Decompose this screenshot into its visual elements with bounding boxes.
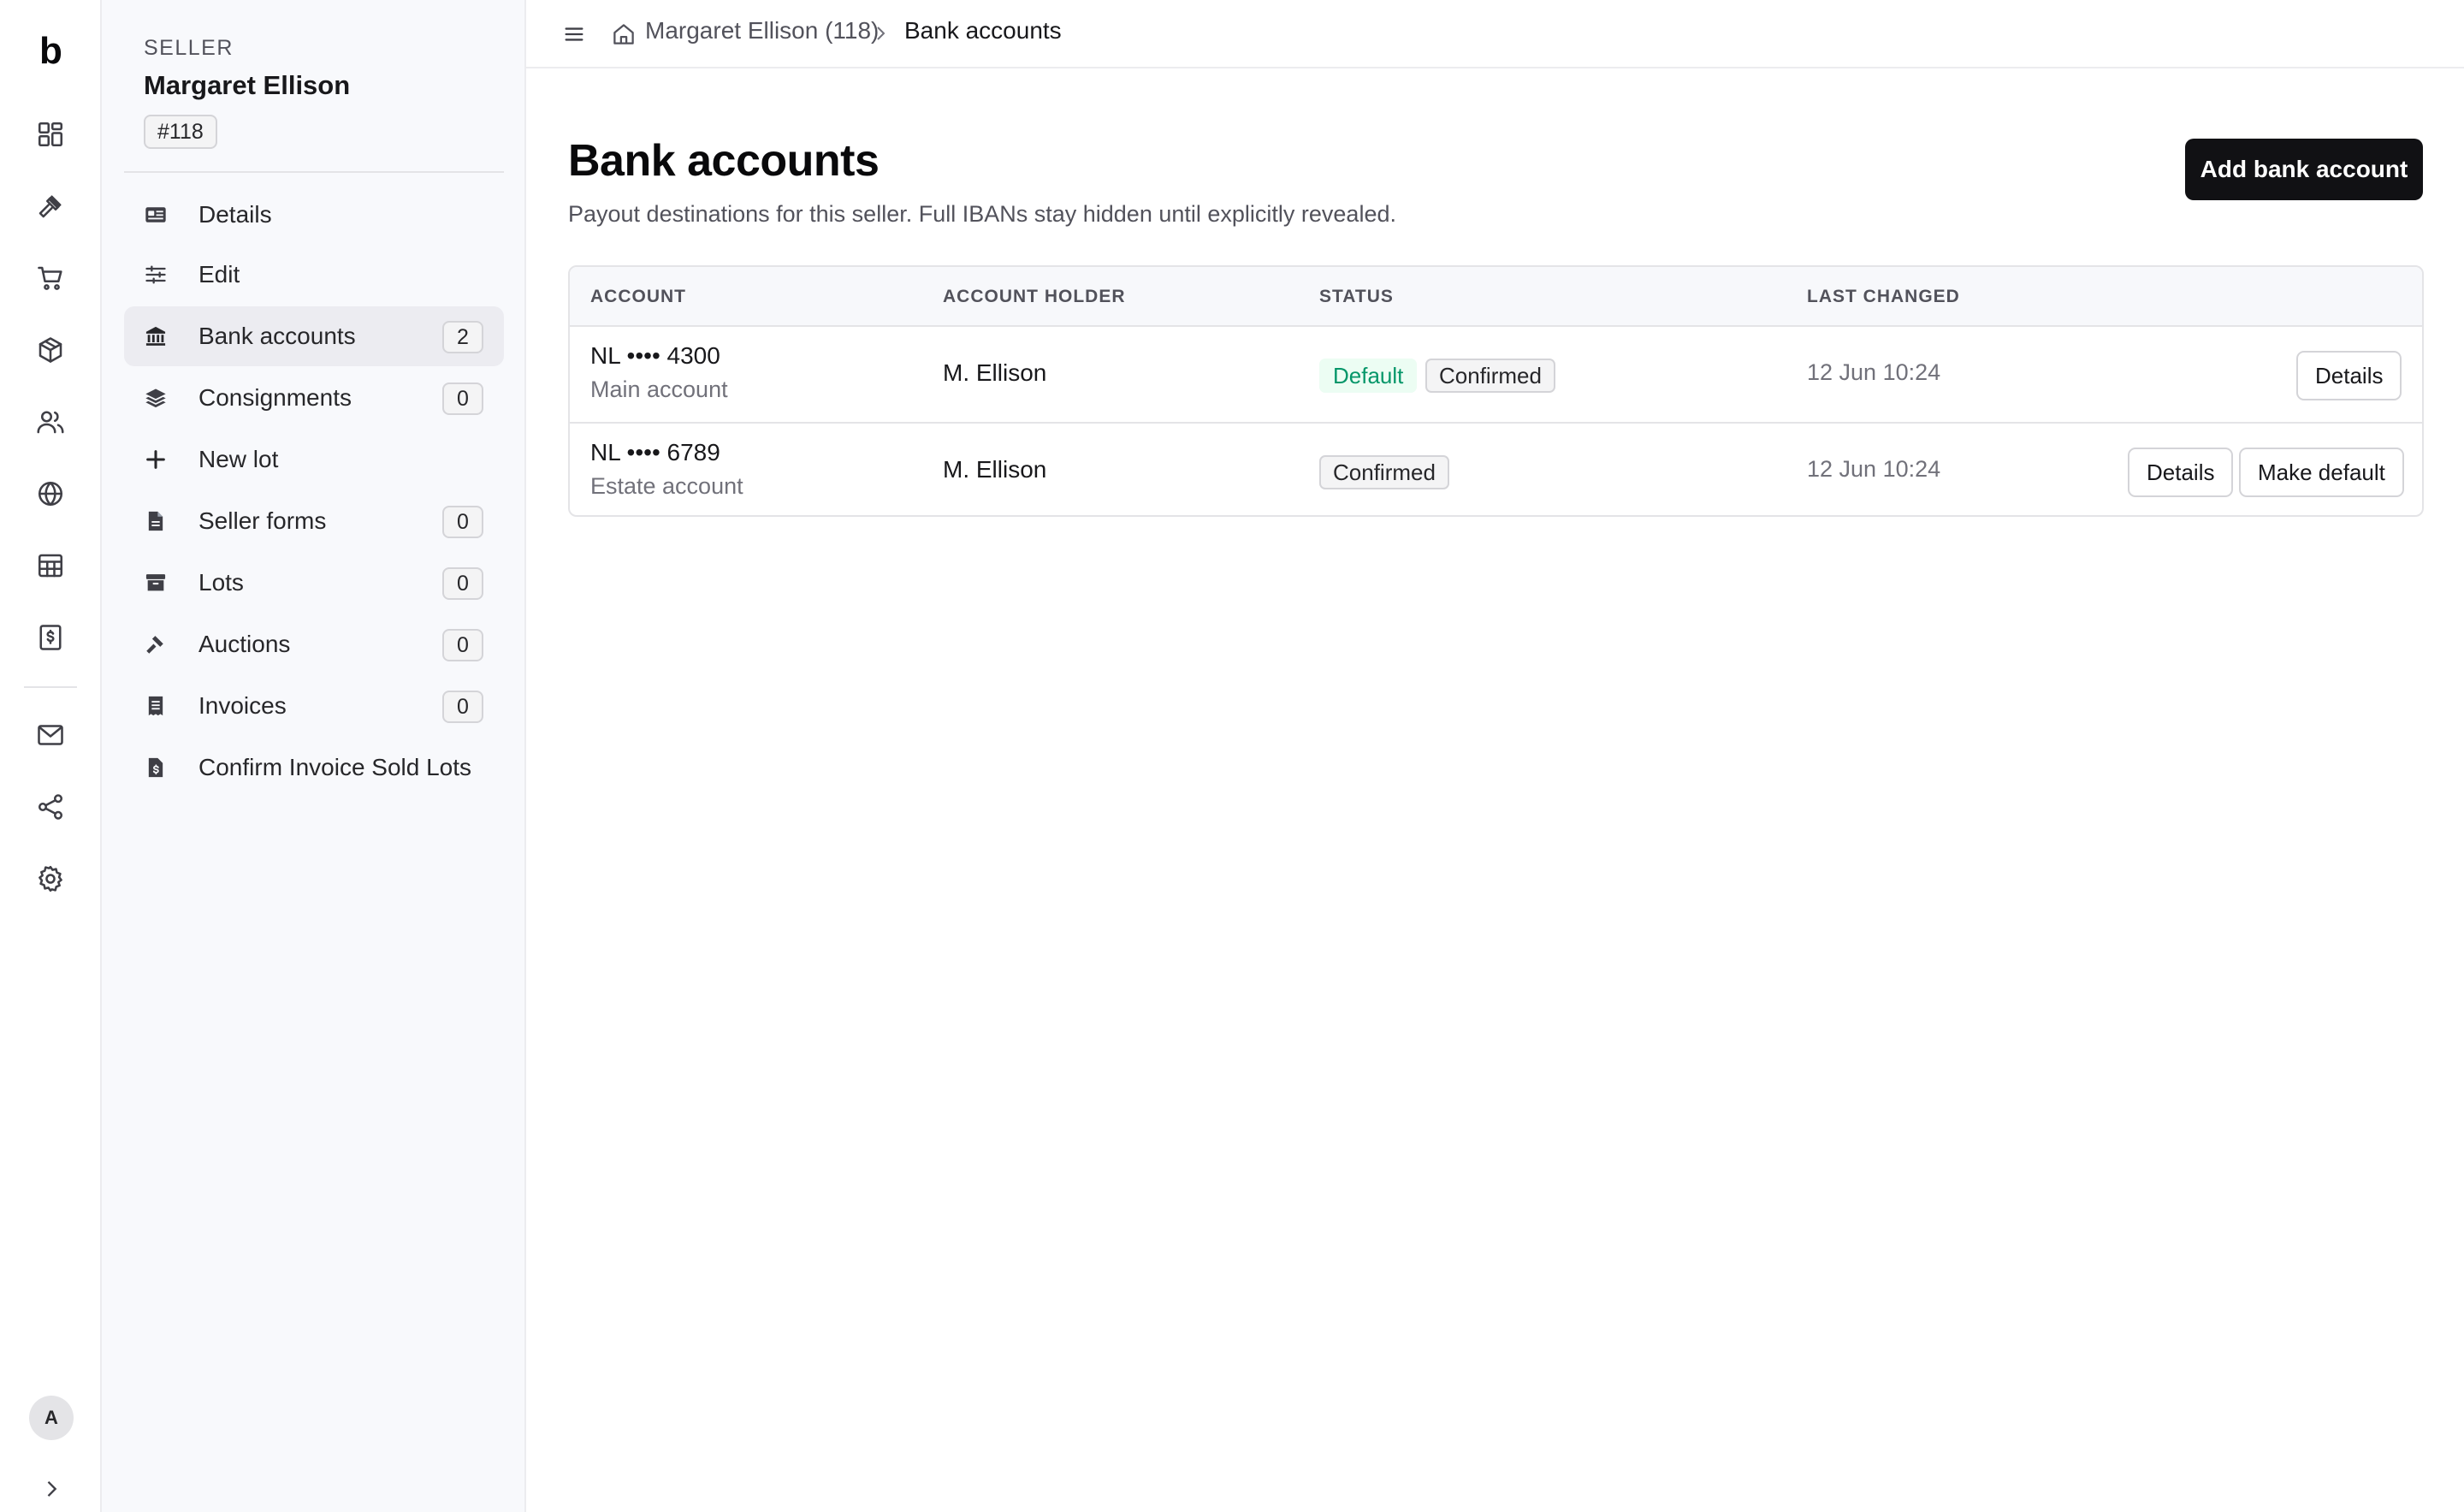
column-header-account: ACCOUNT [590, 287, 686, 306]
account-number: NL •••• 6789 [590, 439, 720, 465]
expand-sidebar-icon[interactable] [34, 1472, 68, 1506]
brand-logo[interactable]: b [0, 26, 102, 77]
top-bar: Margaret Ellison (118) Bank accounts [526, 0, 2464, 68]
gear-icon[interactable] [26, 854, 75, 904]
account-number: NL •••• 4300 [590, 342, 720, 369]
cart-icon[interactable] [26, 253, 75, 303]
menu-icon[interactable] [559, 19, 589, 50]
make-default-button[interactable]: Make default [2239, 448, 2404, 497]
page-title: Bank accounts [568, 136, 880, 186]
plus-icon [143, 447, 169, 472]
confirmed-badge: Confirmed [1425, 359, 1555, 393]
mail-icon[interactable] [26, 710, 75, 760]
page-subtitle: Payout destinations for this seller. Ful… [568, 201, 1396, 227]
file-dollar-icon [143, 755, 169, 780]
seller-sidebar: SELLER Margaret Ellison #118 Details Edi… [102, 0, 526, 1512]
sidebar-item-invoices[interactable]: Invoices 0 [124, 676, 504, 736]
column-header-status: STATUS [1319, 287, 1394, 306]
column-header-last-changed: LAST CHANGED [1807, 287, 1960, 306]
account-holder: M. Ellison [943, 456, 1047, 483]
table-icon[interactable] [26, 541, 75, 590]
sidebar-item-label: Bank accounts [198, 323, 356, 349]
sidebar-item-label: Seller forms [198, 507, 327, 534]
account-holder: M. Ellison [943, 359, 1047, 386]
details-button[interactable]: Details [2296, 351, 2402, 400]
sidebar-item-seller-forms[interactable]: Seller forms 0 [124, 491, 504, 551]
last-changed: 12 Jun 10:24 [1807, 456, 1941, 482]
dashboard-icon[interactable] [26, 110, 75, 159]
sidebar-item-bank-accounts[interactable]: Bank accounts 2 [124, 306, 504, 366]
table-header: ACCOUNT ACCOUNT HOLDER STATUS LAST CHANG… [570, 267, 2422, 327]
sidebar-item-label: Lots [198, 569, 244, 596]
seller-id-badge: #118 [144, 115, 217, 149]
account-label: Estate account [590, 473, 743, 499]
id-card-icon [143, 202, 169, 228]
sidebar-item-confirm-invoice-sold-lots[interactable]: Confirm Invoice Sold Lots [124, 738, 504, 798]
account-label: Main account [590, 377, 728, 402]
sidebar-item-label: New lot [198, 446, 279, 472]
sidebar-item-label: Invoices [198, 692, 287, 719]
sidebar-item-label: Confirm Invoice Sold Lots [198, 754, 472, 780]
table-row: NL •••• 4300 Main account M. Ellison Def… [570, 327, 2422, 422]
breadcrumb-current: Bank accounts [904, 17, 1062, 44]
sidebar-item-label: Auctions [198, 631, 291, 657]
receipt-icon [143, 693, 169, 719]
bank-accounts-table: ACCOUNT ACCOUNT HOLDER STATUS LAST CHANG… [568, 265, 2424, 517]
users-icon[interactable] [26, 397, 75, 447]
seller-eyebrow: SELLER [144, 36, 234, 60]
layers-icon [143, 385, 169, 411]
sidebar-item-consignments[interactable]: Consignments 0 [124, 368, 504, 428]
user-avatar[interactable]: A [29, 1396, 74, 1440]
globe-icon[interactable] [26, 469, 75, 519]
rail-divider [24, 686, 77, 688]
sidebar-item-lots[interactable]: Lots 0 [124, 553, 504, 613]
count-badge: 2 [442, 321, 483, 353]
sidebar-item-label: Edit [198, 261, 240, 288]
receipt-icon[interactable] [26, 613, 75, 662]
sidebar-item-label: Consignments [198, 384, 352, 411]
sidebar-item-details[interactable]: Details [124, 185, 504, 245]
count-badge: 0 [442, 382, 483, 415]
hammer-icon [143, 631, 169, 657]
count-badge: 0 [442, 629, 483, 661]
confirmed-badge: Confirmed [1319, 455, 1449, 489]
count-badge: 0 [442, 691, 483, 723]
sliders-icon [143, 262, 169, 288]
sidebar-item-auctions[interactable]: Auctions 0 [124, 614, 504, 674]
home-icon[interactable] [608, 19, 639, 50]
table-row: NL •••• 6789 Estate account M. Ellison C… [570, 422, 2422, 515]
sidebar-divider [124, 171, 504, 173]
sidebar-item-new-lot[interactable]: New lot [124, 430, 504, 489]
app-root: b A SELLER Margaret Ellison #118 Details… [0, 0, 2464, 1512]
last-changed: 12 Jun 10:24 [1807, 359, 1941, 385]
sidebar-item-edit[interactable]: Edit [124, 245, 504, 305]
gavel-icon[interactable] [26, 181, 75, 231]
seller-name: Margaret Ellison [144, 70, 351, 100]
sidebar-item-label: Details [198, 201, 272, 228]
bank-icon [143, 323, 169, 349]
archive-icon [143, 570, 169, 596]
column-header-account-holder: ACCOUNT HOLDER [943, 287, 1126, 306]
chevron-right-icon [870, 23, 891, 44]
details-button[interactable]: Details [2128, 448, 2234, 497]
file-icon [143, 508, 169, 534]
add-bank-account-button[interactable]: Add bank account [2185, 139, 2423, 200]
count-badge: 0 [442, 567, 483, 600]
share-icon[interactable] [26, 782, 75, 832]
breadcrumb-seller-link[interactable]: Margaret Ellison (118) [645, 17, 879, 44]
icon-rail: b A [0, 0, 102, 1512]
count-badge: 0 [442, 506, 483, 538]
package-icon[interactable] [26, 325, 75, 375]
default-badge: Default [1319, 359, 1418, 393]
